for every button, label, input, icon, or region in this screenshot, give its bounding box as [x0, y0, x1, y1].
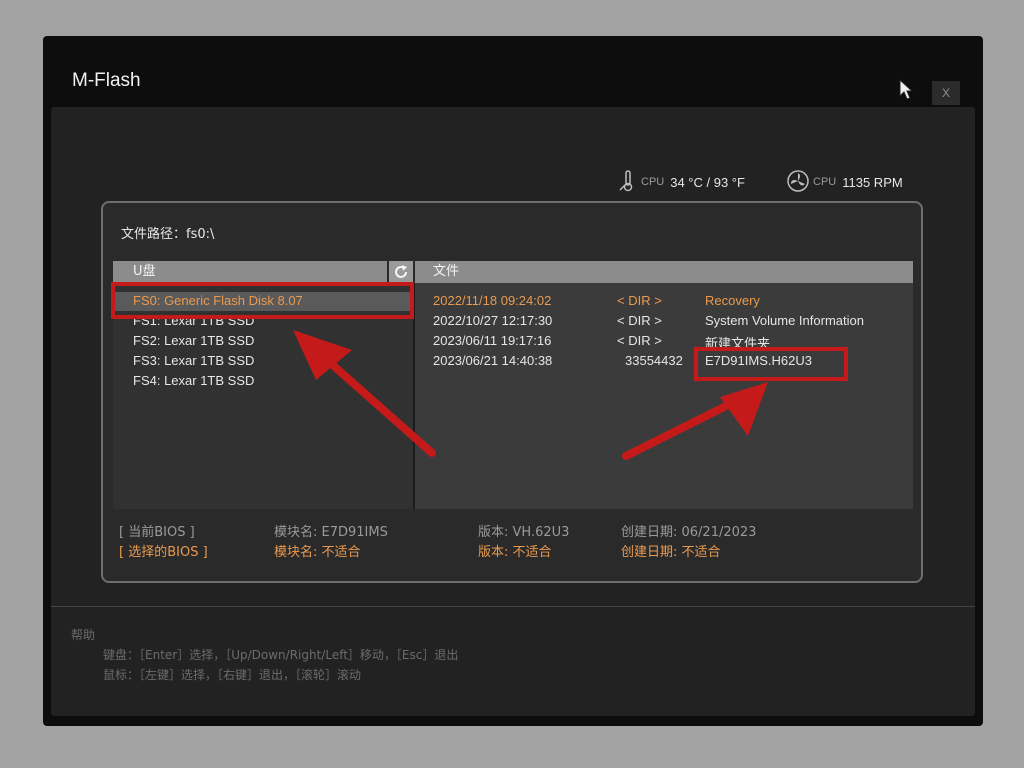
- file-date[interactable]: 2023/06/11 19:17:16: [433, 333, 551, 348]
- fan-icon: [787, 169, 809, 195]
- annotation-box-file: [694, 347, 848, 381]
- cpu-temperature: CPU 34 °C / 93 °F: [617, 169, 745, 195]
- help-title: 帮助: [71, 628, 96, 642]
- file-size: < DIR >: [617, 333, 662, 348]
- selected-bios-date: 创建日期: 不适合: [621, 545, 721, 560]
- file-size: < DIR >: [617, 293, 662, 308]
- help-mouse: 鼠标：［左键］选择，［右键］退出，［滚轮］滚动: [103, 668, 362, 682]
- cpu-temp-value: 34 °C / 93 °F: [670, 174, 745, 190]
- usb-device-item[interactable]: FS2: Lexar 1TB SSD: [133, 333, 254, 348]
- thermometer-icon: [617, 169, 637, 195]
- current-bios-module: 模块名: E7D91IMS: [274, 525, 388, 540]
- file-path-label: 文件路径：: [121, 227, 187, 242]
- file-date[interactable]: 2023/06/21 14:40:38: [433, 353, 552, 368]
- close-button[interactable]: X: [932, 81, 960, 105]
- cpu-temp-label: CPU: [641, 176, 665, 188]
- selected-bios-label: [ 选择的BIOS ]: [119, 545, 208, 560]
- help-keyboard: 键盘：［Enter］选择，［Up/Down/Right/Left］移动，［Esc…: [103, 648, 459, 662]
- m-flash-window: M-Flash X CPU 34 °C / 93 °F CPU 1135 RPM…: [43, 36, 983, 726]
- window-title: M-Flash: [72, 70, 141, 91]
- file-date[interactable]: 2022/10/27 12:17:30: [433, 313, 552, 328]
- file-column-header: 文件: [415, 261, 913, 283]
- usb-column-header: U盘: [113, 261, 387, 283]
- annotation-box-usb: [111, 282, 414, 319]
- file-date[interactable]: 2022/11/18 09:24:02: [433, 293, 551, 308]
- usb-device-item[interactable]: FS3: Lexar 1TB SSD: [133, 353, 254, 368]
- refresh-button[interactable]: [389, 261, 413, 283]
- current-bios-label: [ 当前BIOS ]: [119, 525, 195, 540]
- selected-bios-module: 模块名: 不适合: [274, 545, 361, 560]
- current-bios-version: 版本: VH.62U3: [478, 525, 570, 540]
- cpu-fan: CPU 1135 RPM: [787, 169, 903, 195]
- file-path-value: fs0:\: [186, 227, 215, 242]
- mouse-cursor-icon: [899, 78, 915, 105]
- file-list: 2022/11/18 09:24:02 < DIR > Recovery 202…: [415, 283, 913, 509]
- cpu-fan-label: CPU: [813, 176, 837, 188]
- flash-panel: 文件路径：fs0:\ U盘 文件 FS0: Generic Flash Disk…: [101, 201, 923, 583]
- file-size: < DIR >: [617, 313, 662, 328]
- help-divider: [51, 606, 975, 607]
- file-size: 33554432: [625, 353, 683, 368]
- cpu-fan-value: 1135 RPM: [842, 174, 903, 190]
- file-path: 文件路径：fs0:\: [121, 223, 214, 242]
- usb-device-item[interactable]: FS4: Lexar 1TB SSD: [133, 373, 254, 388]
- selected-bios-version: 版本: 不适合: [478, 545, 552, 560]
- file-name[interactable]: System Volume Information: [705, 313, 864, 328]
- current-bios-date: 创建日期: 06/21/2023: [621, 525, 757, 540]
- file-name[interactable]: Recovery: [705, 293, 760, 308]
